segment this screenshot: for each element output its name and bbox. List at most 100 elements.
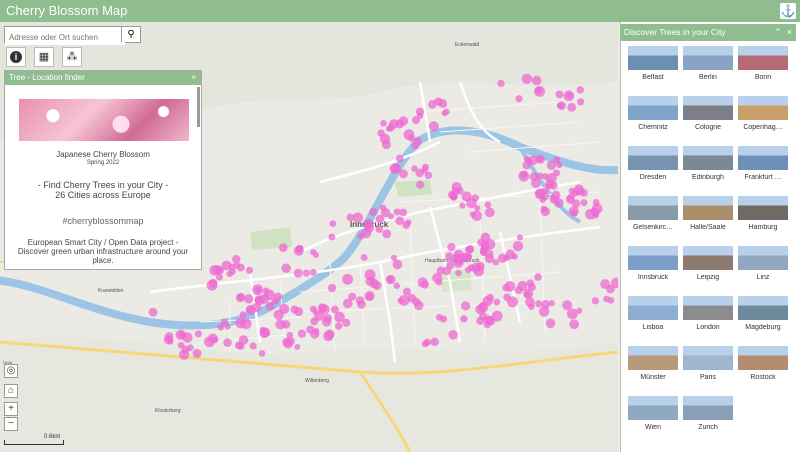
- cherry-tree-marker[interactable]: [576, 307, 583, 314]
- cherry-tree-marker[interactable]: [592, 199, 600, 206]
- cherry-tree-marker[interactable]: [447, 242, 456, 252]
- cherry-tree-marker[interactable]: [461, 191, 472, 202]
- cherry-tree-marker[interactable]: [243, 294, 254, 304]
- cherry-tree-marker[interactable]: [390, 163, 401, 174]
- city-tile[interactable]: Gelsenkirc…: [628, 196, 678, 241]
- cherry-tree-marker[interactable]: [294, 343, 301, 350]
- cherry-tree-marker[interactable]: [476, 316, 485, 325]
- cherry-tree-marker[interactable]: [395, 216, 405, 226]
- cherry-tree-marker[interactable]: [224, 323, 231, 330]
- cherry-tree-marker[interactable]: [459, 202, 466, 209]
- cherry-tree-marker[interactable]: [163, 335, 174, 345]
- city-thumbnail[interactable]: [683, 396, 733, 420]
- cherry-tree-marker[interactable]: [606, 284, 615, 294]
- city-tile[interactable]: Lisboa: [628, 296, 678, 341]
- cherry-tree-marker[interactable]: [512, 240, 524, 252]
- cherry-tree-marker[interactable]: [297, 329, 307, 338]
- city-tile[interactable]: Münster: [628, 346, 678, 391]
- city-thumbnail[interactable]: [628, 46, 678, 70]
- city-tile[interactable]: Paris: [683, 346, 733, 391]
- cherry-tree-marker[interactable]: [590, 207, 600, 217]
- cherry-tree-marker[interactable]: [194, 330, 202, 338]
- city-thumbnail[interactable]: [738, 346, 788, 370]
- cherry-tree-marker[interactable]: [566, 308, 578, 320]
- home-icon[interactable]: ⌂: [4, 384, 18, 398]
- cherry-tree-marker[interactable]: [567, 102, 577, 112]
- cherry-tree-marker[interactable]: [413, 300, 424, 311]
- city-tile[interactable]: Wien: [628, 396, 678, 441]
- cherry-tree-marker[interactable]: [423, 338, 431, 347]
- city-thumbnail[interactable]: [683, 96, 733, 120]
- cherry-tree-marker[interactable]: [515, 95, 523, 103]
- cherry-tree-marker[interactable]: [249, 342, 257, 350]
- cherry-tree-marker[interactable]: [491, 310, 503, 322]
- cherry-tree-marker[interactable]: [555, 90, 564, 99]
- chevron-up-icon[interactable]: ⌃: [774, 27, 782, 37]
- cherry-tree-marker[interactable]: [228, 263, 236, 271]
- city-thumbnail[interactable]: [628, 196, 678, 220]
- cherry-tree-marker[interactable]: [421, 163, 430, 171]
- cherry-tree-marker[interactable]: [258, 350, 266, 357]
- cherry-tree-marker[interactable]: [492, 258, 500, 266]
- cherry-tree-marker[interactable]: [416, 112, 424, 119]
- cherry-tree-marker[interactable]: [545, 318, 556, 329]
- cherry-tree-marker[interactable]: [502, 284, 510, 292]
- cherry-tree-marker[interactable]: [451, 193, 458, 201]
- cherry-tree-marker[interactable]: [278, 243, 288, 252]
- cherry-tree-marker[interactable]: [570, 209, 578, 217]
- cherry-tree-marker[interactable]: [235, 293, 245, 303]
- cherry-tree-marker[interactable]: [355, 296, 365, 305]
- cherry-tree-marker[interactable]: [313, 327, 320, 335]
- cherry-tree-marker[interactable]: [480, 242, 490, 252]
- cherry-tree-marker[interactable]: [430, 337, 439, 347]
- cherry-tree-marker[interactable]: [240, 318, 252, 330]
- city-tile[interactable]: Leipzig: [683, 246, 733, 291]
- city-thumbnail[interactable]: [683, 196, 733, 220]
- cherry-tree-marker[interactable]: [459, 252, 469, 262]
- cherry-tree-marker[interactable]: [352, 212, 364, 223]
- cherry-tree-marker[interactable]: [148, 307, 158, 317]
- cherry-tree-marker[interactable]: [265, 301, 275, 311]
- cherry-tree-marker[interactable]: [369, 207, 378, 217]
- panel-scrollbar[interactable]: [197, 87, 200, 127]
- cherry-tree-marker[interactable]: [402, 287, 411, 296]
- city-thumbnail[interactable]: [628, 396, 678, 420]
- cherry-tree-marker[interactable]: [393, 282, 401, 289]
- cherry-tree-marker[interactable]: [464, 266, 472, 274]
- cherry-tree-marker[interactable]: [507, 296, 519, 308]
- city-thumbnail[interactable]: [683, 246, 733, 270]
- cherry-tree-marker[interactable]: [535, 300, 543, 308]
- cherry-tree-marker[interactable]: [482, 295, 493, 307]
- cherry-tree-marker[interactable]: [181, 345, 190, 354]
- city-tile[interactable]: London: [683, 296, 733, 341]
- cherry-tree-marker[interactable]: [375, 214, 385, 224]
- cherry-tree-marker[interactable]: [407, 134, 416, 142]
- cherry-tree-marker[interactable]: [534, 273, 542, 281]
- cherry-tree-marker[interactable]: [342, 318, 351, 327]
- share-icon[interactable]: ⚓: [780, 3, 796, 19]
- search-input[interactable]: [5, 30, 125, 45]
- cherry-tree-marker[interactable]: [223, 338, 232, 347]
- cherry-tree-marker[interactable]: [207, 333, 218, 344]
- cherry-tree-marker[interactable]: [234, 341, 243, 350]
- cherry-tree-marker[interactable]: [302, 269, 310, 277]
- cherry-tree-marker[interactable]: [549, 194, 559, 204]
- cherry-tree-marker[interactable]: [576, 86, 585, 94]
- city-thumbnail[interactable]: [738, 246, 788, 270]
- cherry-tree-marker[interactable]: [531, 178, 541, 189]
- cherry-tree-marker[interactable]: [377, 129, 385, 137]
- cherry-tree-marker[interactable]: [523, 155, 531, 163]
- city-thumbnail[interactable]: [738, 96, 788, 120]
- cherry-tree-marker[interactable]: [293, 268, 303, 278]
- cherry-tree-marker[interactable]: [565, 195, 575, 204]
- cherry-tree-marker[interactable]: [381, 140, 391, 150]
- cherry-tree-marker[interactable]: [254, 296, 262, 304]
- cherry-tree-marker[interactable]: [577, 98, 585, 106]
- city-tile[interactable]: Bonn: [738, 46, 788, 91]
- city-tile[interactable]: Chemnitz: [628, 96, 678, 141]
- cherry-tree-marker[interactable]: [428, 99, 437, 109]
- cherry-tree-marker[interactable]: [521, 73, 533, 85]
- cherry-tree-marker[interactable]: [317, 303, 327, 313]
- cherry-tree-marker[interactable]: [524, 291, 531, 298]
- city-thumbnail[interactable]: [738, 46, 788, 70]
